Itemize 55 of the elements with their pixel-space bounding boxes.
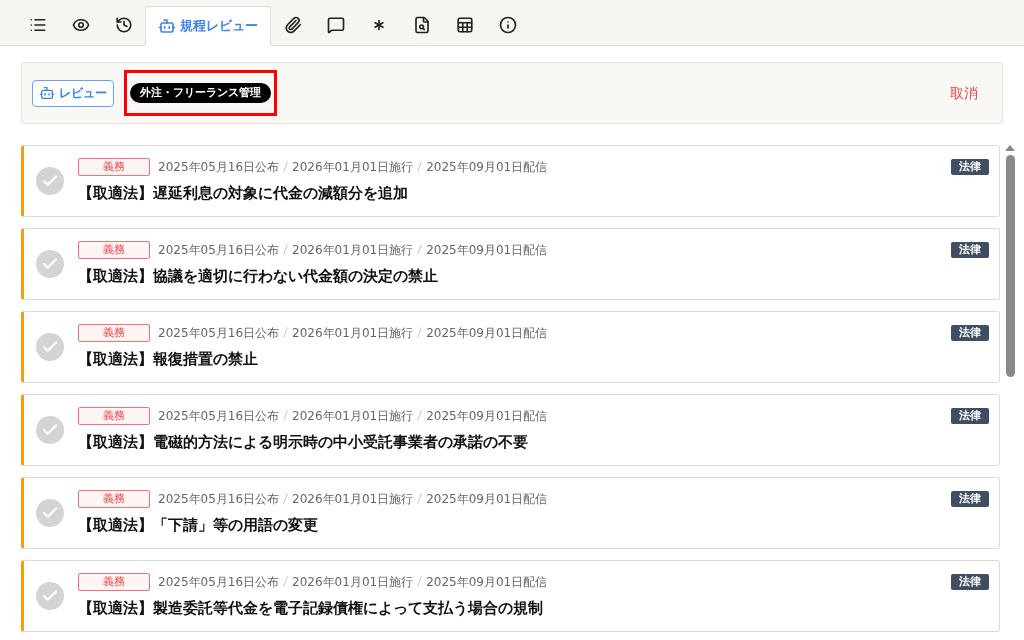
obligation-tag: 義務 — [78, 323, 150, 342]
effective-date: 2026年01月01日施行 — [292, 407, 414, 425]
speech-bubble-icon — [326, 16, 345, 34]
paperclip-icon — [283, 16, 302, 34]
regulation-card[interactable]: 義務 2025年05月16日公布 2026年01月01日施行 2025年09月01日配信 法律 【取適法】遅延利息の対象に代金の減額分を追加 — [21, 145, 1000, 217]
category-tag[interactable]: 外注・フリーランス管理 — [130, 82, 271, 104]
robot-icon — [158, 17, 176, 35]
regulation-title: 【取適法】「下請」等の用語の変更 — [78, 515, 319, 536]
regulation-title: 【取適法】報復措置の禁止 — [78, 349, 259, 370]
delivery-date: 2025年09月01日配信 — [426, 324, 548, 342]
delivery-date: 2025年09月01日配信 — [426, 158, 548, 176]
robot-icon — [39, 85, 55, 101]
regulation-title: 【取適法】遅延利息の対象に代金の減額分を追加 — [78, 183, 409, 204]
regulation-title: 【取適法】製造委託等代金を電子記録債権によって支払う場合の規制 — [78, 598, 544, 619]
regulation-card[interactable]: 義務 2025年05月16日公布 2026年01月01日施行 2025年09月01日配信 法律 【取適法】報復措置の禁止 — [21, 311, 1000, 383]
effective-date: 2026年01月01日施行 — [292, 490, 414, 508]
law-type-tag: 法律 — [951, 241, 989, 258]
law-type-tag: 法律 — [951, 490, 989, 507]
eye-icon — [71, 16, 90, 34]
obligation-tag: 義務 — [78, 406, 150, 425]
regulation-card[interactable]: 義務 2025年05月16日公布 2026年01月01日施行 2025年09月01日配信 法律 【取適法】「下請」等の用語の変更 — [21, 477, 1000, 549]
obligation-tag: 義務 — [78, 489, 150, 508]
regulation-title: 【取適法】電磁的方法による明示時の中小受託事業者の承諾の不要 — [78, 432, 529, 453]
published-date: 2025年05月16日公布 — [158, 158, 280, 176]
published-date: 2025年05月16日公布 — [158, 324, 280, 342]
delivery-date: 2025年09月01日配信 — [426, 573, 548, 591]
menu-icon — [28, 16, 47, 34]
law-type-tag: 法律 — [951, 158, 989, 175]
delivery-date: 2025年09月01日配信 — [426, 407, 548, 425]
law-type-tag: 法律 — [951, 573, 989, 590]
published-date: 2025年05月16日公布 — [158, 573, 280, 591]
document-search-icon — [412, 16, 431, 34]
published-date: 2025年05月16日公布 — [158, 407, 280, 425]
review-button[interactable]: レビュー — [32, 79, 114, 107]
regulation-title: 【取適法】協議を適切に行わない代金額の決定の禁止 — [78, 266, 439, 287]
obligation-tag: 義務 — [78, 240, 150, 259]
regulation-card[interactable]: 義務 2025年05月16日公布 2026年01月01日施行 2025年09月01日配信 法律 【取適法】電磁的方法による明示時の中小受託事業者の承諾の不要 — [21, 394, 1000, 466]
history-icon — [114, 16, 133, 34]
regulation-card[interactable]: 義務 2025年05月16日公布 2026年01月01日施行 2025年09月01日配信 法律 【取適法】製造委託等代金を電子記録債権によって支払う場合の規制 — [21, 560, 1000, 632]
obligation-tag: 義務 — [78, 572, 150, 591]
delivery-date: 2025年09月01日配信 — [426, 241, 548, 259]
law-type-tag: 法律 — [951, 324, 989, 341]
effective-date: 2026年01月01日施行 — [292, 158, 414, 176]
published-date: 2025年05月16日公布 — [158, 490, 280, 508]
delivery-date: 2025年09月01日配信 — [426, 490, 548, 508]
cancel-button[interactable]: 取消 — [950, 82, 978, 104]
info-icon — [498, 16, 517, 34]
obligation-tag: 義務 — [78, 157, 150, 176]
effective-date: 2026年01月01日施行 — [292, 241, 414, 259]
law-type-tag: 法律 — [951, 407, 989, 424]
tab[interactable]: 規程レビュー — [145, 6, 271, 46]
regulation-card[interactable]: 義務 2025年05月16日公布 2026年01月01日施行 2025年09月01日配信 法律 【取適法】協議を適切に行わない代金額の決定の禁止 — [21, 228, 1000, 300]
effective-date: 2026年01月01日施行 — [292, 573, 414, 591]
effective-date: 2026年01月01日施行 — [292, 324, 414, 342]
published-date: 2025年05月16日公布 — [158, 241, 280, 259]
